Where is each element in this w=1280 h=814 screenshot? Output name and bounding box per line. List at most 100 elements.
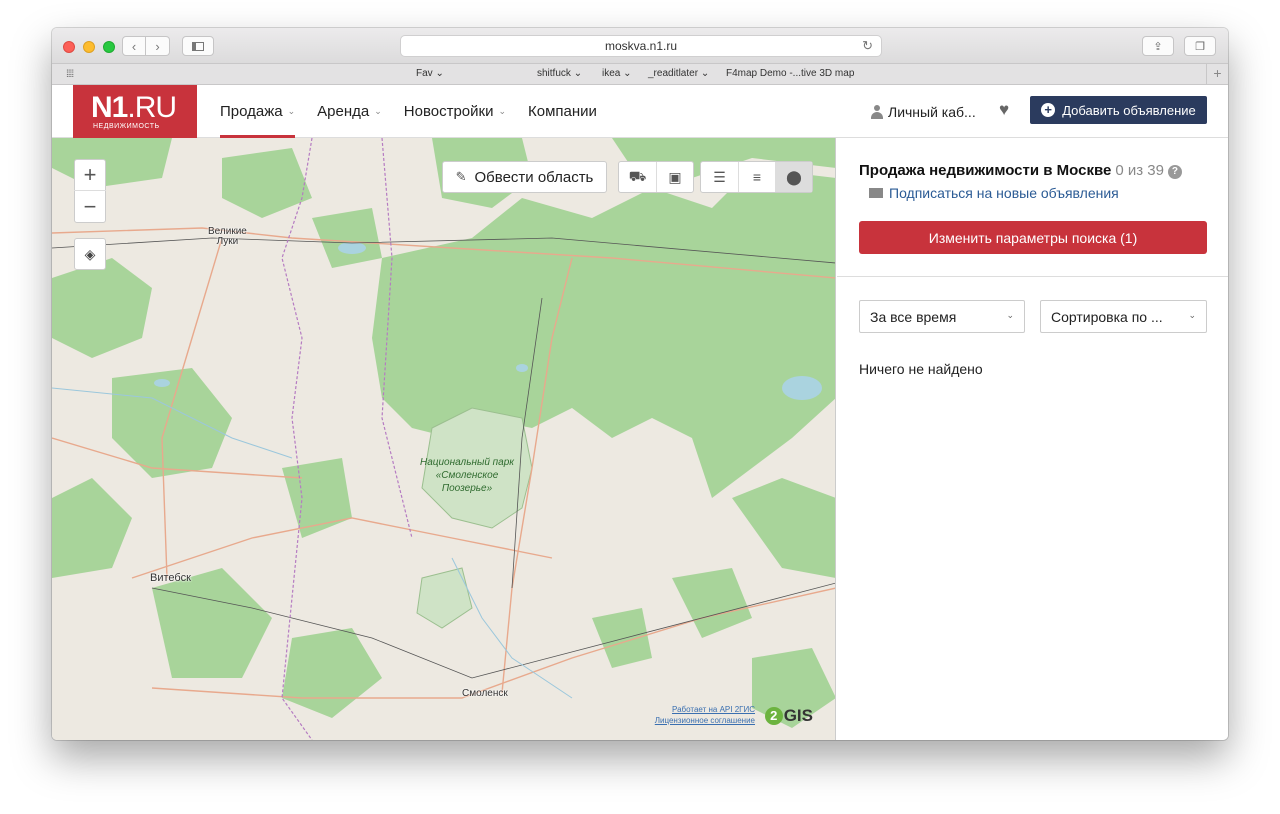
apps-grid-icon[interactable]: ⁞⁞⁞⁞ <box>66 69 74 80</box>
divider <box>837 276 1228 277</box>
zoom-control: + − <box>74 159 106 223</box>
map-tiles <box>52 138 835 740</box>
map-view[interactable]: + − ◈ ✎ Обвести область ⛟ ▣ ☰ ≡ ⬤ Велики… <box>52 138 836 740</box>
address-bar[interactable]: moskva.n1.ru ↻ <box>400 35 882 57</box>
favorites-heart-icon[interactable]: ♥ <box>999 100 1009 120</box>
sidebar-icon <box>192 41 204 51</box>
user-icon <box>870 104 884 119</box>
sort-select[interactable]: Сортировка по ... ⌄ <box>1040 300 1207 333</box>
menu-item-sale[interactable]: Продажа ⌄ <box>220 85 296 138</box>
layers-button[interactable]: ◈ <box>74 238 106 270</box>
chevron-down-icon: ⌄ <box>700 68 710 79</box>
results-title: Продажа недвижимости в Москве 0 из 39? <box>859 162 1182 179</box>
toolbar-right: ⇪ ❐ <box>1142 36 1216 56</box>
lines-icon: ≡ <box>752 169 762 185</box>
favorite-label: Fav <box>416 68 433 79</box>
menu-item-rent[interactable]: Аренда ⌄ <box>317 85 382 138</box>
zoom-in-button[interactable]: + <box>74 160 106 192</box>
favorite-label: _readitlater <box>648 68 699 79</box>
chevron-down-icon: ⌄ <box>498 106 507 116</box>
favorites-bar: ⁞⁞⁞⁞ Fav ⌄ shitfuck ⌄ ikea ⌄ _readitlate… <box>52 64 1228 85</box>
favorite-item[interactable]: shitfuck ⌄ <box>537 68 582 79</box>
chevron-down-icon: ⌄ <box>374 106 382 116</box>
url-text: moskva.n1.ru <box>604 39 678 53</box>
back-button[interactable]: ‹ <box>122 36 146 56</box>
browser-window: ‹ › moskva.n1.ru ↻ ⇪ ❐ ⁞⁞⁞⁞ Fav ⌄ shitfu… <box>52 28 1228 740</box>
tabs-icon: ❐ <box>1195 40 1205 53</box>
forward-button[interactable]: › <box>146 36 170 56</box>
add-listing-button[interactable]: + Добавить объявление <box>1030 96 1207 124</box>
menu-label: Продажа <box>220 103 283 120</box>
shop-filter-button[interactable]: ⛟ <box>619 162 656 192</box>
main-menu: Продажа ⌄ Аренда ⌄ Новостройки ⌄ Компании <box>220 85 597 138</box>
menu-label: Новостройки <box>403 103 494 120</box>
favorite-label: ikea <box>602 68 621 79</box>
map-label-park: Национальный парк «Смоленское Поозерье» <box>419 457 515 494</box>
api-credit-link[interactable]: Работает на API 2ГИС <box>655 704 755 715</box>
draw-area-label: Обвести область <box>474 168 594 186</box>
subscribe-link[interactable]: Подписаться на новые объявления <box>869 185 1119 201</box>
license-link[interactable]: Лицензионное соглашение <box>655 715 755 726</box>
favorite-item[interactable]: ikea ⌄ <box>602 68 632 79</box>
layers-icon: ◈ <box>84 245 96 262</box>
map-label-smolensk: Смоленск <box>462 688 508 699</box>
results-count: 0 из 39 <box>1115 162 1164 179</box>
logo-main: N1 <box>91 91 128 124</box>
reload-icon[interactable]: ↻ <box>862 36 873 56</box>
chevron-down-icon: ⌄ <box>573 68 583 79</box>
cart-icon: ⛟ <box>628 167 647 184</box>
map-label-vitebsk: Витебск <box>150 572 191 584</box>
chevron-down-icon: ⌄ <box>435 68 444 79</box>
chevron-down-icon: ⌄ <box>287 106 296 116</box>
map-view-button[interactable]: ⬤ <box>775 162 812 192</box>
account-link[interactable]: Личный каб... <box>870 85 976 138</box>
sort-select-value: Сортировка по ... <box>1051 308 1163 325</box>
map-pin-icon: ⬤ <box>786 168 802 185</box>
sidebar-toggle-button[interactable] <box>182 36 214 56</box>
close-window-button[interactable] <box>63 41 75 53</box>
site-header: N1.RU НЕДВИЖИМОСТЬ Продажа ⌄ Аренда ⌄ Ново… <box>52 85 1228 138</box>
new-tab-button[interactable]: + <box>1206 64 1228 84</box>
menu-item-new-buildings[interactable]: Новостройки ⌄ <box>404 85 506 138</box>
chevron-down-icon: ⌄ <box>1188 310 1196 320</box>
logo-suffix: .RU <box>127 91 177 124</box>
favorite-item[interactable]: Fav ⌄ <box>416 68 444 79</box>
list-icon: ☰ <box>713 168 726 185</box>
minimize-window-button[interactable] <box>83 41 95 53</box>
chevron-down-icon: ⌄ <box>1006 310 1014 320</box>
menu-label: Аренда <box>317 103 370 120</box>
2gis-logo[interactable]: 2 GIS <box>764 706 813 726</box>
transport-filter-button[interactable]: ▣ <box>656 162 693 192</box>
tabs-overview-button[interactable]: ❐ <box>1184 36 1216 56</box>
period-select[interactable]: За все время ⌄ <box>859 300 1025 333</box>
favorite-item[interactable]: F4map Demo -...tive 3D map <box>726 68 854 79</box>
help-icon[interactable]: ? <box>1167 165 1182 179</box>
plus-circle-icon: + <box>1041 103 1056 117</box>
favorite-item[interactable]: _readitlater ⌄ <box>648 68 709 79</box>
draw-area-button[interactable]: ✎ Обвести область <box>442 161 607 193</box>
bus-icon: ▣ <box>668 168 682 185</box>
zoom-out-button[interactable]: − <box>74 191 106 222</box>
logo-subtitle: НЕДВИЖИМОСТЬ <box>93 123 160 130</box>
chevron-down-icon: ⌄ <box>623 68 632 79</box>
site-logo[interactable]: N1.RU НЕДВИЖИМОСТЬ <box>73 85 197 138</box>
2gis-logo-mark: 2 <box>764 707 783 725</box>
pen-icon: ✎ <box>455 169 467 184</box>
favorite-label: shitfuck <box>537 68 571 79</box>
add-listing-label: Добавить объявление <box>1062 102 1196 118</box>
envelope-icon <box>869 188 883 198</box>
fullscreen-window-button[interactable] <box>103 41 115 53</box>
compact-view-button[interactable]: ≡ <box>738 162 775 192</box>
empty-results-message: Ничего не найдено <box>859 361 983 377</box>
map-label-velikie-luki: Великие Луки <box>208 226 247 247</box>
menu-label: Компании <box>528 103 597 120</box>
results-title-text: Продажа недвижимости в Москве <box>859 162 1112 179</box>
subscribe-label: Подписаться на новые объявления <box>889 185 1119 201</box>
change-search-button[interactable]: Изменить параметры поиска (1) <box>859 221 1207 254</box>
list-view-button[interactable]: ☰ <box>701 162 738 192</box>
map-filter-group: ⛟ ▣ <box>618 161 694 193</box>
share-icon: ⇪ <box>1153 40 1163 53</box>
share-button[interactable]: ⇪ <box>1142 36 1174 56</box>
menu-item-companies[interactable]: Компании <box>528 85 597 138</box>
account-label: Личный каб... <box>888 103 976 120</box>
